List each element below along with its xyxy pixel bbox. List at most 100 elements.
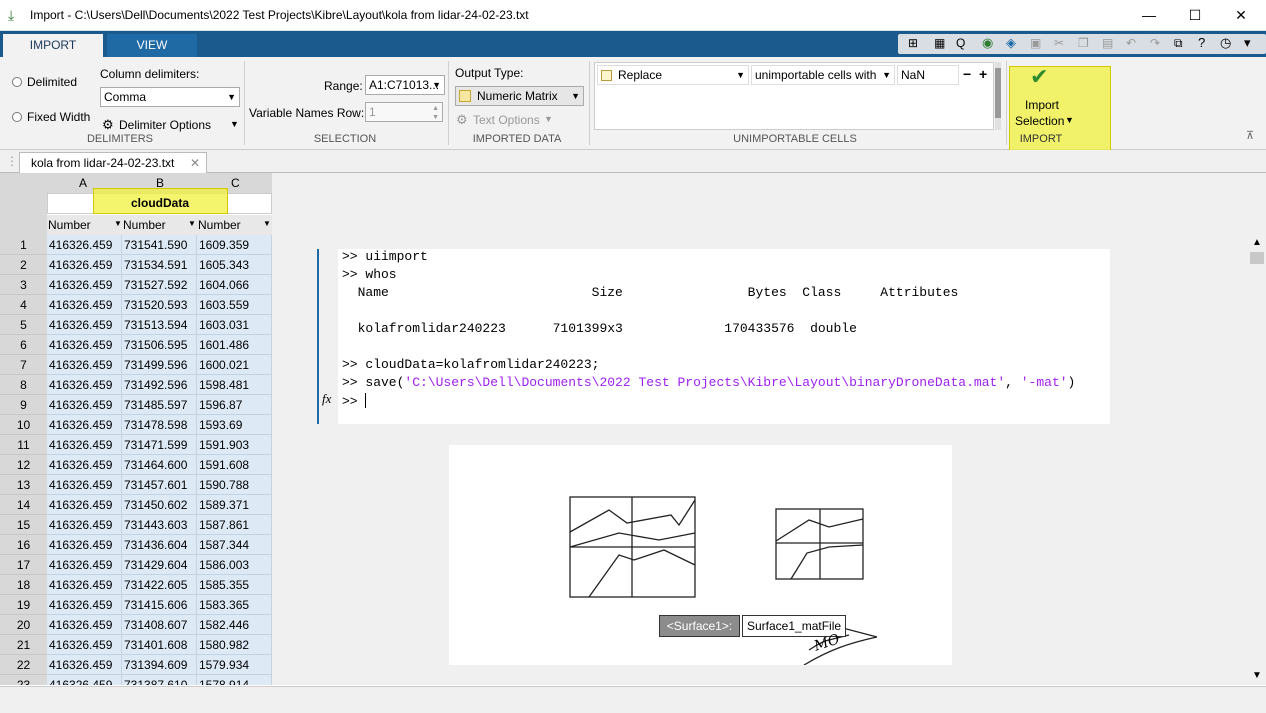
- table-cell[interactable]: 1609.359: [197, 235, 272, 255]
- table-cell[interactable]: 1585.355: [197, 575, 272, 595]
- image-icon[interactable]: ▦: [934, 36, 945, 50]
- row-header[interactable]: 13: [0, 475, 47, 495]
- table-cell[interactable]: 416326.459: [47, 255, 122, 275]
- table-cell[interactable]: 416326.459: [47, 455, 122, 475]
- row-header[interactable]: 5: [0, 315, 47, 335]
- redo-icon[interactable]: ↷: [1150, 36, 1160, 50]
- table-cell[interactable]: 1603.559: [197, 295, 272, 315]
- table-cell[interactable]: 731401.608: [122, 635, 197, 655]
- table-cell[interactable]: 1587.344: [197, 535, 272, 555]
- column-header-a[interactable]: A: [79, 176, 87, 190]
- row-header[interactable]: 11: [0, 435, 47, 455]
- column-delimiter-select[interactable]: Comma ▼: [100, 87, 240, 107]
- table-cell[interactable]: 731464.600: [122, 455, 197, 475]
- table-cell[interactable]: 416326.459: [47, 595, 122, 615]
- scroll-up-icon[interactable]: ▲: [1252, 237, 1262, 248]
- row-header[interactable]: 8: [0, 375, 47, 395]
- table-cell[interactable]: 731485.597: [122, 395, 197, 415]
- table-cell[interactable]: 1600.021: [197, 355, 272, 375]
- layout-icon[interactable]: ⊞: [908, 36, 918, 50]
- remove-rule-button[interactable]: −: [963, 66, 971, 82]
- table-cell[interactable]: 416326.459: [47, 535, 122, 555]
- table-cell[interactable]: 731541.590: [122, 235, 197, 255]
- drop-icon[interactable]: ◈: [1006, 35, 1016, 51]
- scroll-down-icon[interactable]: ▼: [1252, 670, 1262, 681]
- table-cell[interactable]: 1591.608: [197, 455, 272, 475]
- rule-condition-select[interactable]: unimportable cells with ▼: [751, 65, 895, 85]
- paste-icon[interactable]: ▤: [1102, 36, 1113, 50]
- table-cell[interactable]: 731492.596: [122, 375, 197, 395]
- table-cell[interactable]: 1591.903: [197, 435, 272, 455]
- text-options-button[interactable]: Text Options: [473, 113, 540, 127]
- row-header[interactable]: 9: [0, 395, 47, 415]
- table-cell[interactable]: 416326.459: [47, 295, 122, 315]
- delimiter-options-button[interactable]: Delimiter Options: [119, 118, 211, 132]
- table-cell[interactable]: 416326.459: [47, 495, 122, 515]
- row-header[interactable]: 1: [0, 235, 47, 255]
- table-cell[interactable]: 416326.459: [47, 235, 122, 255]
- table-cell[interactable]: 416326.459: [47, 395, 122, 415]
- chevron-down-icon[interactable]: ▼: [188, 219, 196, 228]
- rule-action-select[interactable]: Replace ▼: [597, 65, 749, 85]
- table-cell[interactable]: 416326.459: [47, 675, 122, 685]
- undo-icon[interactable]: ↶: [1126, 36, 1136, 50]
- table-cell[interactable]: 1583.365: [197, 595, 272, 615]
- import-selection-label[interactable]: Selection: [1015, 114, 1064, 128]
- table-cell[interactable]: 416326.459: [47, 635, 122, 655]
- table-cell[interactable]: 1587.861: [197, 515, 272, 535]
- table-cell[interactable]: 416326.459: [47, 575, 122, 595]
- chevron-down-icon[interactable]: ▼: [230, 119, 239, 129]
- find-icon[interactable]: Q: [956, 36, 965, 50]
- table-cell[interactable]: 1598.481: [197, 375, 272, 395]
- row-header[interactable]: 7: [0, 355, 47, 375]
- command-prompt[interactable]: >>: [342, 393, 367, 409]
- column-type-c[interactable]: Number: [198, 218, 241, 232]
- row-header[interactable]: 17: [0, 555, 47, 575]
- replacement-value-input[interactable]: NaN: [897, 65, 959, 85]
- close-button[interactable]: ✕: [1218, 0, 1264, 31]
- table-cell[interactable]: 731506.595: [122, 335, 197, 355]
- table-cell[interactable]: 731394.609: [122, 655, 197, 675]
- row-header[interactable]: 23: [0, 675, 47, 685]
- column-header-c[interactable]: C: [231, 176, 240, 190]
- chevron-down-icon[interactable]: ▼: [1065, 115, 1074, 125]
- table-cell[interactable]: 731478.598: [122, 415, 197, 435]
- table-cell[interactable]: 731450.602: [122, 495, 197, 515]
- table-cell[interactable]: 731457.601: [122, 475, 197, 495]
- file-tab[interactable]: kola from lidar-24-02-23.txt ✕: [19, 152, 207, 173]
- table-cell[interactable]: 731513.594: [122, 315, 197, 335]
- column-type-b[interactable]: Number: [123, 218, 166, 232]
- table-cell[interactable]: 416326.459: [47, 615, 122, 635]
- row-header[interactable]: 21: [0, 635, 47, 655]
- row-header[interactable]: 22: [0, 655, 47, 675]
- row-header[interactable]: 3: [0, 275, 47, 295]
- row-header[interactable]: 4: [0, 295, 47, 315]
- fixed-width-radio[interactable]: [12, 112, 22, 122]
- table-cell[interactable]: 416326.459: [47, 375, 122, 395]
- table-cell[interactable]: 731422.605: [122, 575, 197, 595]
- delimited-radio[interactable]: [12, 77, 22, 87]
- table-cell[interactable]: 731520.593: [122, 295, 197, 315]
- clock-icon[interactable]: ◷: [1220, 35, 1231, 51]
- table-cell[interactable]: 1580.982: [197, 635, 272, 655]
- table-cell[interactable]: 1578.914: [197, 675, 272, 685]
- table-cell[interactable]: 416326.459: [47, 415, 122, 435]
- data-grid[interactable]: A B C cloudData Number ▼ Number ▼ Number…: [0, 173, 272, 685]
- chevron-down-icon[interactable]: ▾: [1244, 35, 1251, 51]
- table-cell[interactable]: 731471.599: [122, 435, 197, 455]
- variable-name-field[interactable]: cloudData: [131, 196, 189, 210]
- row-header[interactable]: 20: [0, 615, 47, 635]
- table-cell[interactable]: 1605.343: [197, 255, 272, 275]
- table-cell[interactable]: 731534.591: [122, 255, 197, 275]
- table-cell[interactable]: 416326.459: [47, 335, 122, 355]
- chevron-down-icon[interactable]: ▼: [263, 219, 271, 228]
- row-header[interactable]: 10: [0, 415, 47, 435]
- table-cell[interactable]: 1603.031: [197, 315, 272, 335]
- close-tab-icon[interactable]: ✕: [190, 156, 200, 170]
- table-cell[interactable]: 416326.459: [47, 515, 122, 535]
- column-type-a[interactable]: Number: [48, 218, 91, 232]
- maximize-button[interactable]: ☐: [1172, 0, 1218, 31]
- table-cell[interactable]: 1586.003: [197, 555, 272, 575]
- table-cell[interactable]: 1590.788: [197, 475, 272, 495]
- row-header[interactable]: 2: [0, 255, 47, 275]
